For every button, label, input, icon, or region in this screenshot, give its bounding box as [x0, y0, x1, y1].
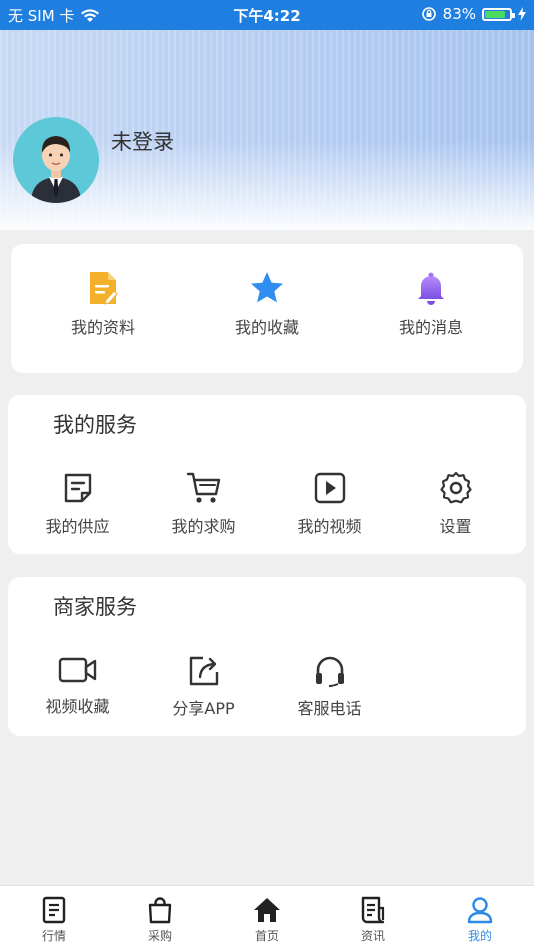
- tab-label: 我的: [467, 929, 492, 943]
- service-my-purchase[interactable]: 我的求购: [156, 471, 251, 537]
- service-label: 我的供应: [45, 517, 110, 536]
- avatar[interactable]: [13, 117, 99, 203]
- shopping-bag-icon: [148, 897, 172, 924]
- charging-bolt-icon: [518, 7, 526, 21]
- market-news-icon: [42, 896, 66, 924]
- service-my-videos[interactable]: 我的视频: [282, 471, 377, 537]
- service-label: 设置: [439, 517, 472, 536]
- share-icon: [189, 656, 218, 686]
- quick-action-my-messages[interactable]: 我的消息: [381, 270, 481, 338]
- merchant-customer-service-phone[interactable]: 客服电话: [282, 655, 377, 719]
- document-edit-icon: [90, 272, 118, 305]
- profile-header: 未登录: [0, 30, 534, 230]
- status-bar: 无 SIM 卡 下午4:22 83%: [0, 0, 534, 30]
- service-my-supply[interactable]: 我的供应: [30, 471, 125, 537]
- orientation-lock-icon: [421, 7, 436, 21]
- merchant-services-card: 商家服务 视频收藏 分享APP 客服电话: [8, 577, 526, 736]
- supply-note-icon: [64, 473, 91, 503]
- quick-action-label: 我的消息: [398, 318, 463, 337]
- quick-action-my-profile[interactable]: 我的资料: [53, 270, 153, 338]
- tab-purchase[interactable]: 采购: [130, 896, 190, 944]
- video-play-icon: [314, 472, 345, 504]
- quick-action-my-favorites[interactable]: 我的收藏: [217, 270, 317, 338]
- quick-action-label: 我的收藏: [234, 318, 299, 337]
- headset-icon: [315, 656, 344, 687]
- bottom-tab-bar: 行情 采购 首页 资讯 我的: [0, 885, 534, 950]
- status-right: 83%: [421, 5, 526, 23]
- battery-percent: 83%: [442, 5, 476, 23]
- username-label[interactable]: 未登录: [111, 126, 174, 156]
- news-icon: [361, 896, 385, 924]
- service-label: 我的求购: [171, 517, 236, 536]
- merchant-label: 分享APP: [172, 699, 235, 718]
- merchant-label: 视频收藏: [45, 697, 110, 716]
- tab-label: 行情: [41, 929, 66, 943]
- shopping-cart-icon: [186, 472, 220, 503]
- merchant-video-favorites[interactable]: 视频收藏: [30, 655, 125, 717]
- battery-icon: [482, 7, 515, 21]
- video-camera-icon: [58, 657, 96, 683]
- user-icon: [467, 897, 493, 924]
- home-icon: [254, 898, 280, 922]
- tab-news[interactable]: 资讯: [343, 896, 403, 944]
- my-services-card: 我的服务 我的供应 我的求购 我的视频 设置: [8, 395, 526, 554]
- merchant-services-title: 商家服务: [53, 595, 137, 619]
- merchant-share-app[interactable]: 分享APP: [156, 655, 251, 719]
- person-avatar-icon: [13, 117, 99, 203]
- tab-home[interactable]: 首页: [237, 896, 297, 944]
- service-label: 我的视频: [297, 517, 362, 536]
- tab-label: 采购: [147, 929, 172, 943]
- gear-icon: [439, 471, 472, 504]
- tab-mine[interactable]: 我的: [450, 896, 510, 944]
- quick-action-label: 我的资料: [70, 318, 135, 337]
- tab-label: 资讯: [360, 929, 385, 943]
- service-settings[interactable]: 设置: [408, 471, 503, 537]
- star-icon: [251, 272, 283, 303]
- merchant-label: 客服电话: [297, 699, 362, 718]
- bell-icon: [418, 272, 444, 305]
- tab-label: 首页: [254, 929, 279, 943]
- my-services-title: 我的服务: [53, 413, 137, 437]
- quick-actions-card: 我的资料 我的收藏 我的消息: [11, 244, 523, 373]
- tab-market[interactable]: 行情: [24, 896, 84, 944]
